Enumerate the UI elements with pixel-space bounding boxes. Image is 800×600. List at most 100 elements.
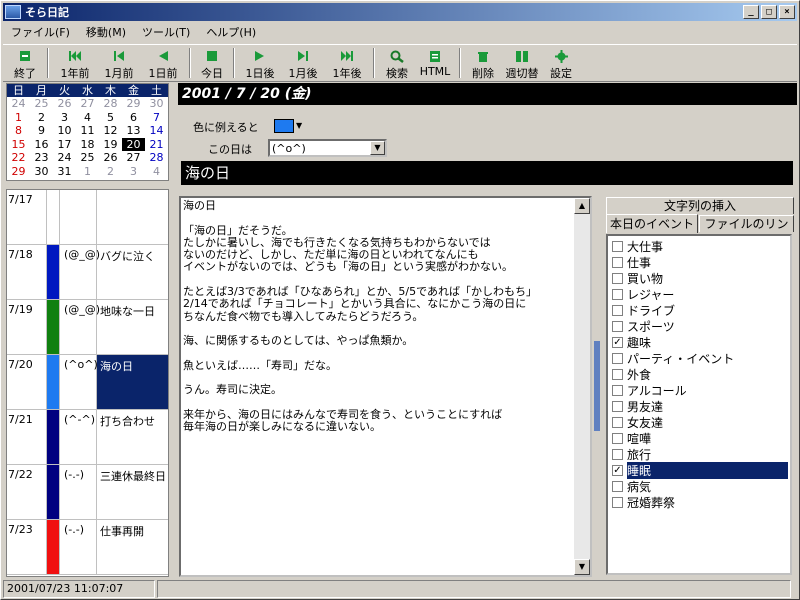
color-picker[interactable] (274, 119, 294, 133)
tab-insert-text[interactable]: 文字列の挿入 (606, 197, 794, 214)
event-item[interactable]: 仕事 (612, 255, 788, 270)
checkbox[interactable] (612, 273, 623, 284)
calendar-day[interactable]: 31 (53, 165, 76, 179)
event-item[interactable]: アルコール (612, 383, 788, 398)
scroll-up-icon[interactable]: ▲ (574, 198, 590, 214)
calendar-day[interactable]: 27 (122, 151, 145, 165)
calendar-day[interactable]: 1 (7, 111, 30, 125)
body-scrollbar[interactable]: ▲ ▼ (574, 198, 590, 575)
calendar-day[interactable]: 7 (145, 111, 168, 125)
calendar-day[interactable]: 3 (53, 111, 76, 125)
next-year-button[interactable]: 1年後 (325, 45, 369, 81)
calendar-day[interactable]: 13 (122, 124, 145, 138)
event-item[interactable]: 喧嘩 (612, 431, 788, 446)
event-item[interactable]: スポーツ (612, 319, 788, 334)
calendar-day[interactable]: 23 (30, 151, 53, 165)
today-button[interactable]: 今日 (195, 45, 229, 81)
calendar-day[interactable]: 25 (30, 97, 53, 111)
calendar-day[interactable]: 4 (145, 165, 168, 179)
entry-title[interactable]: 海の日 (181, 161, 793, 185)
calendar-day[interactable]: 25 (76, 151, 99, 165)
event-item[interactable]: パーティ・イベント (612, 351, 788, 366)
diary-row[interactable]: 7/23 (-.-) 仕事再開 (7, 520, 168, 575)
face-select[interactable]: (^o^) ▼ (268, 139, 387, 157)
calendar-day[interactable]: 17 (53, 138, 76, 152)
event-item[interactable]: 女友達 (612, 415, 788, 430)
calendar-day[interactable]: 29 (122, 97, 145, 111)
calendar-day[interactable]: 28 (145, 151, 168, 165)
checkbox[interactable] (612, 369, 623, 380)
calendar-day[interactable]: 27 (76, 97, 99, 111)
calendar-day[interactable]: 20 (122, 137, 145, 151)
calendar-day[interactable]: 2 (30, 111, 53, 125)
minimize-button[interactable]: _ (743, 5, 759, 19)
calendar-day[interactable]: 10 (53, 124, 76, 138)
diary-row[interactable]: 7/20 (^o^) 海の日 (7, 355, 168, 410)
calendar-day[interactable]: 30 (30, 165, 53, 179)
diary-row[interactable]: 7/19 (@_@) 地味な一日 (7, 300, 168, 355)
calendar-day[interactable]: 16 (30, 138, 53, 152)
checkbox-checked[interactable]: ✓ (612, 465, 623, 476)
calendar-day[interactable]: 28 (99, 97, 122, 111)
checkbox[interactable] (612, 417, 623, 428)
menu-help[interactable]: ヘルプ(H) (198, 24, 264, 40)
calendar-day[interactable]: 4 (76, 111, 99, 125)
event-item[interactable]: 外食 (612, 367, 788, 382)
checkbox[interactable] (612, 257, 623, 268)
event-item[interactable]: 男友達 (612, 399, 788, 414)
calendar-day[interactable]: 21 (145, 138, 168, 152)
event-item[interactable]: ✓ 睡眠 (612, 462, 788, 479)
chevron-down-icon[interactable]: ▼ (370, 141, 385, 155)
checkbox[interactable] (612, 289, 623, 300)
checkbox[interactable] (612, 241, 623, 252)
calendar-day[interactable]: 1 (76, 165, 99, 179)
event-item[interactable]: 大仕事 (612, 239, 788, 254)
calendar-day[interactable]: 24 (7, 97, 30, 111)
html-button[interactable]: HTML (415, 45, 455, 81)
diary-row[interactable]: 7/21 (^-^) 打ち合わせ (7, 410, 168, 465)
calendar-day[interactable]: 26 (53, 97, 76, 111)
close-button[interactable]: × (779, 5, 795, 19)
event-item[interactable]: ドライブ (612, 303, 788, 318)
calendar-day[interactable]: 12 (99, 124, 122, 138)
menu-tools[interactable]: ツール(T) (134, 24, 198, 40)
calendar-day[interactable]: 26 (99, 151, 122, 165)
settings-button[interactable]: 設定 (543, 45, 579, 81)
exit-button[interactable]: 終了 (7, 45, 43, 81)
chevron-down-icon[interactable]: ▼ (296, 121, 302, 130)
pane-splitter[interactable] (594, 341, 600, 431)
checkbox[interactable] (612, 481, 623, 492)
calendar-day[interactable]: 9 (30, 124, 53, 138)
prev-year-button[interactable]: 1年前 (53, 45, 97, 81)
calendar-day[interactable]: 24 (53, 151, 76, 165)
week-toggle-button[interactable]: 週切替 (501, 45, 543, 81)
prev-day-button[interactable]: 1日前 (141, 45, 185, 81)
menu-move[interactable]: 移動(M) (78, 24, 134, 40)
calendar-day[interactable]: 5 (99, 111, 122, 125)
search-button[interactable]: 検索 (379, 45, 415, 81)
checkbox[interactable] (612, 385, 623, 396)
next-day-button[interactable]: 1日後 (239, 45, 281, 81)
diary-row[interactable]: 7/22 (-.-) 三連休最終日 (7, 465, 168, 520)
calendar-day[interactable]: 15 (7, 138, 30, 152)
checkbox[interactable] (612, 433, 623, 444)
checkbox-checked[interactable]: ✓ (612, 337, 623, 348)
scroll-down-icon[interactable]: ▼ (574, 559, 590, 575)
checkbox[interactable] (612, 321, 623, 332)
calendar-day[interactable]: 3 (122, 165, 145, 179)
calendar-day[interactable]: 14 (145, 124, 168, 138)
entry-body-editor[interactable]: 海の日 「海の日」だそうだ。 たしかに暑いし、海でも行きたくなる気持ちもわからな… (179, 196, 592, 577)
calendar-day[interactable]: 8 (7, 124, 30, 138)
event-item[interactable]: 買い物 (612, 271, 788, 286)
calendar-day[interactable]: 22 (7, 151, 30, 165)
calendar-day[interactable]: 19 (99, 138, 122, 152)
tab-file-link[interactable]: ファイルのリンク (699, 215, 794, 247)
calendar-day[interactable]: 18 (76, 138, 99, 152)
diary-row[interactable]: 7/17 (7, 190, 168, 245)
calendar-day[interactable]: 29 (7, 165, 30, 179)
calendar-day[interactable]: 2 (99, 165, 122, 179)
event-item[interactable]: 病気 (612, 479, 788, 494)
checkbox[interactable] (612, 401, 623, 412)
tab-todays-events[interactable]: 本日のイベント (606, 214, 698, 233)
event-item[interactable]: ✓ 趣味 (612, 335, 788, 350)
